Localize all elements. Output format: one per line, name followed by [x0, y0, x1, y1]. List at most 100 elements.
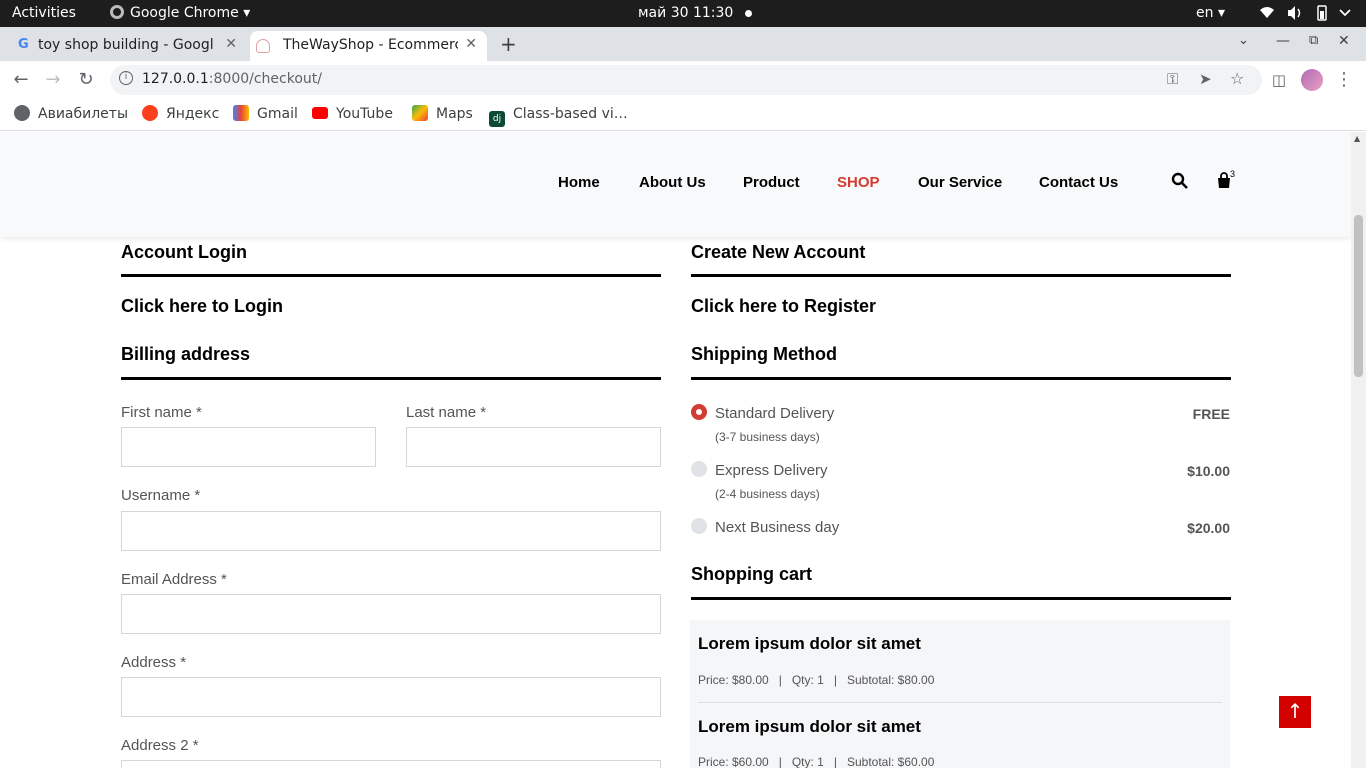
close-icon[interactable]: ✕ — [225, 36, 237, 52]
divider — [698, 702, 1222, 703]
shop-favicon-icon — [256, 39, 270, 53]
username-field[interactable] — [121, 511, 661, 551]
username-label: Username * — [121, 487, 201, 504]
tab-search-icon[interactable]: ⌄ — [1238, 33, 1249, 48]
cart-item-qty: Qty: 1 — [791, 673, 824, 687]
site-header: Home About Us Product SHOP Our Service C… — [0, 132, 1351, 237]
last-name-field[interactable] — [406, 427, 661, 467]
meta-separator: | — [778, 755, 782, 768]
send-icon[interactable]: ➤ — [1199, 70, 1212, 88]
system-tray-icons — [1260, 5, 1351, 21]
cart-item-meta: Price: $60.00 | Qty: 1 | Subtotal: $60.00 — [698, 755, 934, 768]
close-icon[interactable]: ✕ — [465, 36, 477, 52]
bookmarks-bar: Авиабилеты Яндекс Gmail YouTube Maps dj C… — [0, 99, 1366, 131]
bookmark-item[interactable]: Maps — [412, 104, 473, 124]
os-top-bar: Activities Google Chrome ▾ май 30 11:30 … — [0, 0, 1366, 27]
back-icon[interactable]: ← — [10, 69, 32, 91]
bookmark-item[interactable]: YouTube — [312, 104, 393, 124]
tab-title: TheWayShop - Ecommerce — [283, 37, 458, 53]
email-label: Email Address * — [121, 571, 227, 588]
side-panel-icon[interactable]: ◫ — [1268, 69, 1290, 91]
tab-theway-shop[interactable]: TheWayShop - Ecommerce ✕ — [250, 31, 487, 61]
first-name-field[interactable] — [121, 427, 376, 467]
arrow-up-icon: ↑ — [1286, 699, 1304, 723]
nav-contact-us[interactable]: Contact Us — [1039, 174, 1118, 191]
meta-separator: | — [778, 673, 782, 687]
create-account-title: Create New Account — [691, 242, 866, 262]
clock[interactable]: май 30 11:30 — [638, 5, 753, 21]
gmail-icon — [233, 105, 249, 121]
first-name-label: First name * — [121, 404, 202, 421]
nav-our-service[interactable]: Our Service — [918, 174, 1002, 191]
reload-icon[interactable]: ↻ — [75, 69, 97, 91]
google-icon: G — [18, 37, 29, 52]
chevron-down-icon: ▾ — [243, 5, 251, 21]
nav-about-us[interactable]: About Us — [639, 174, 706, 191]
cart-item-name[interactable]: Lorem ipsum dolor sit amet — [698, 717, 921, 737]
back-to-top-button[interactable]: ↑ — [1279, 696, 1311, 728]
standard-delivery-radio[interactable] — [691, 404, 707, 420]
info-icon[interactable]: i — [119, 71, 133, 85]
browser-toolbar: ← → ↻ i 127.0.0.1:8000/checkout/ ⚿ ➤ ☆ ◫… — [0, 61, 1366, 99]
youtube-icon — [312, 107, 328, 119]
tab-google-search[interactable]: G toy shop building - Google ✕ — [12, 31, 247, 61]
avatar[interactable] — [1301, 69, 1323, 91]
yandex-icon — [142, 105, 158, 121]
bookmark-item[interactable]: Gmail — [233, 104, 298, 124]
page-viewport: Home About Us Product SHOP Our Service C… — [0, 132, 1366, 768]
email-field[interactable] — [121, 594, 661, 634]
account-login-title: Account Login — [121, 242, 247, 262]
shipping-option-name: Next Business day — [715, 519, 840, 536]
tab-title: toy shop building - Google — [38, 37, 213, 53]
star-icon[interactable]: ☆ — [1230, 69, 1244, 88]
shopping-cart-title: Shopping cart — [691, 564, 812, 584]
address-bar[interactable]: i 127.0.0.1:8000/checkout/ ⚿ ➤ ☆ — [110, 65, 1262, 95]
address-field[interactable] — [121, 677, 661, 717]
bookmark-label: Авиабилеты — [38, 106, 129, 122]
address-label: Address * — [121, 654, 187, 671]
nav-shop[interactable]: SHOP — [837, 174, 880, 191]
cart-count-badge: 3 — [1230, 169, 1236, 179]
cart-item-qty: Qty: 1 — [791, 755, 824, 768]
bookmark-label: Gmail — [257, 106, 298, 122]
bookmark-item[interactable]: Авиабилеты — [14, 104, 128, 124]
globe-icon — [14, 105, 30, 121]
login-link[interactable]: Click here to Login — [121, 296, 283, 317]
scrollbar-thumb[interactable] — [1354, 215, 1363, 377]
system-menu[interactable] — [1258, 4, 1354, 26]
last-name-label: Last name * — [406, 404, 487, 421]
shipping-option-note: (2-4 business days) — [715, 487, 820, 501]
cart-item-meta: Price: $80.00 | Qty: 1 | Subtotal: $80.00 — [698, 673, 934, 687]
app-menu[interactable]: Google Chrome ▾ — [110, 5, 250, 21]
menu-icon[interactable]: ⋮ — [1333, 69, 1355, 91]
address2-field[interactable] — [121, 760, 661, 768]
express-delivery-radio[interactable] — [691, 461, 707, 477]
bookmark-item[interactable]: Яндекс — [142, 104, 219, 124]
url-path: :8000/checkout/ — [208, 71, 322, 87]
key-icon[interactable]: ⚿ — [1167, 70, 1178, 88]
shipping-option-name: Standard Delivery — [715, 405, 835, 422]
new-tab-icon[interactable]: + — [500, 32, 517, 56]
bookmark-label: Class-based vi… — [513, 106, 628, 122]
bookmark-label: YouTube — [336, 106, 393, 122]
next-business-day-radio[interactable] — [691, 518, 707, 534]
restore-icon[interactable]: ⧉ — [1309, 33, 1318, 48]
register-link[interactable]: Click here to Register — [691, 296, 876, 317]
close-window-icon[interactable]: ✕ — [1338, 33, 1350, 49]
notification-dot-icon — [745, 9, 753, 17]
nav-home[interactable]: Home — [558, 174, 600, 191]
search-icon[interactable] — [1171, 172, 1189, 194]
minimize-icon[interactable]: — — [1276, 33, 1290, 49]
shipping-option-price: $10.00 — [1187, 463, 1230, 479]
tab-strip: G toy shop building - Google ✕ TheWaySho… — [0, 27, 1366, 61]
nav-product[interactable]: Product — [743, 174, 800, 191]
cart-item-name[interactable]: Lorem ipsum dolor sit amet — [698, 634, 921, 654]
app-name: Google Chrome — [130, 5, 239, 21]
activities-button[interactable]: Activities — [12, 5, 76, 21]
scroll-up-icon[interactable]: ▲ — [1354, 134, 1360, 143]
address2-label: Address 2 * — [121, 737, 199, 754]
bookmark-item[interactable]: dj Class-based vi… — [489, 104, 628, 127]
shipping-option-price: $20.00 — [1187, 520, 1230, 536]
language-menu[interactable]: en ▾ — [1196, 5, 1225, 21]
forward-icon[interactable]: → — [42, 69, 64, 91]
